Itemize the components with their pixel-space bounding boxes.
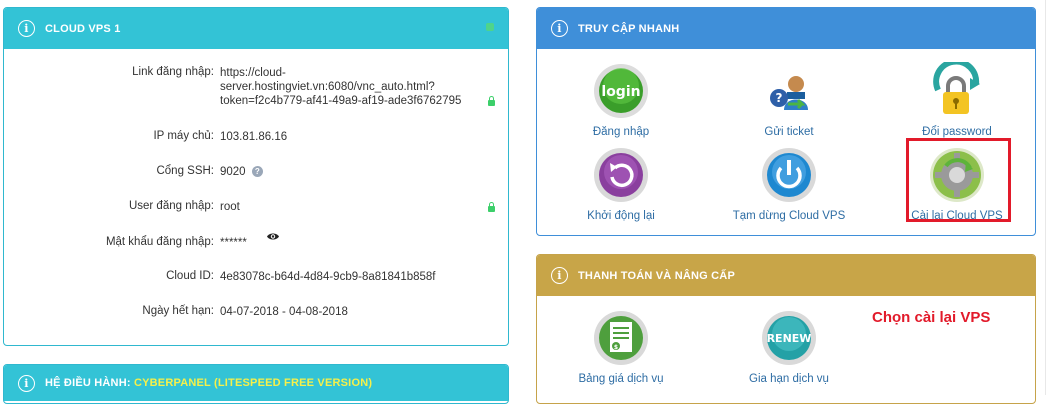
svg-text:?: ? [776, 91, 783, 105]
ticket-icon: ? [760, 62, 818, 120]
tile-label: Gia hạn dịch vụ [749, 373, 829, 385]
panel-title: TRUY CẬP NHANH [578, 22, 680, 35]
tile-label: Khởi động lại [587, 210, 655, 222]
row-label: Link đăng nhập: [132, 66, 214, 78]
svg-text:$: $ [614, 344, 618, 351]
payment-panel-header[interactable]: i THANH TOÁN VÀ NÂNG CẤP [537, 255, 1035, 296]
cloud-id-value: 4e83078c-b64d-4d84-9cb9-8a81841b858f [220, 271, 436, 283]
help-icon[interactable]: ? [251, 166, 263, 178]
highlight-box [906, 138, 1011, 222]
tile-label: Đăng nhập [592, 126, 650, 138]
cloud-vps-panel: i CLOUD VPS 1 Link đăng nhập: https://cl… [3, 7, 509, 346]
user-value: root [220, 201, 240, 213]
password-value: ****** [220, 237, 247, 249]
tile-label: Bảng giá dịch vụ [578, 373, 664, 385]
link-line-2: server.hostingviet.vn:6080/vnc_auto.html… [220, 81, 435, 93]
lock-icon[interactable] [488, 202, 495, 212]
os-panel-header[interactable]: i HỆ ĐIỀU HÀNH: CYBERPANEL (LITESPEED FR… [4, 365, 508, 401]
login-icon: login [592, 62, 650, 120]
svg-text:login: login [601, 84, 640, 100]
price-list-icon: $ [592, 309, 650, 367]
info-icon: i [18, 374, 35, 392]
tile-label: Đổi password [922, 126, 992, 138]
row-label: Cổng SSH: [156, 165, 214, 177]
tile-pause-vps[interactable]: Tạm dừng Cloud VPS [719, 146, 859, 222]
tile-restart[interactable]: Khởi động lại [551, 146, 691, 222]
ssh-port-number: 9020 [220, 166, 246, 178]
annotation-text: Chọn cài lại VPS [872, 309, 991, 326]
os-panel: i HỆ ĐIỀU HÀNH: CYBERPANEL (LITESPEED FR… [3, 364, 509, 404]
tile-label: Gửi ticket [764, 126, 814, 138]
cloud-vps-panel-header[interactable]: i CLOUD VPS 1 [4, 8, 508, 49]
svg-text:RENEW: RENEW [767, 332, 812, 345]
quick-access-header[interactable]: i TRUY CẬP NHANH [537, 8, 1035, 49]
panel-title: THANH TOÁN VÀ NÂNG CẤP [578, 269, 735, 282]
row-label: Mật khẩu đăng nhập: [105, 236, 214, 248]
os-title-prefix: HỆ ĐIỀU HÀNH: [45, 377, 134, 389]
row-label: Cloud ID: [166, 270, 214, 282]
login-link-value[interactable]: https://cloud- server.hostingviet.vn:608… [220, 66, 461, 108]
row-label: User đăng nhập: [128, 200, 214, 212]
tile-renew-service[interactable]: RENEW Gia hạn dịch vụ [719, 309, 859, 385]
info-icon: i [18, 20, 35, 37]
ip-value: 103.81.86.16 [220, 131, 288, 143]
link-line-1: https://cloud- [220, 67, 286, 79]
lock-icon[interactable] [488, 96, 495, 106]
page-edge [1045, 0, 1051, 395]
lock-refresh-icon [928, 58, 986, 120]
tile-send-ticket[interactable]: ? Gửi ticket [719, 62, 859, 138]
row-label: IP máy chủ: [153, 130, 214, 142]
ssh-port-value: 9020 ? [220, 165, 263, 179]
row-label: Ngày hết hạn: [142, 305, 214, 317]
tile-change-password[interactable]: Đổi password [887, 58, 1027, 138]
eye-icon[interactable] [266, 232, 280, 241]
tile-label: Tạm dừng Cloud VPS [732, 210, 846, 222]
os-title-value: CYBERPANEL (LITESPEED FREE VERSION) [133, 377, 373, 389]
link-line-3: token=f2c4b779-af41-49a9-af19-ade3f67627… [220, 95, 462, 107]
payment-upgrade-panel: i THANH TOÁN VÀ NÂNG CẤP $ Bảng giá dịch… [536, 254, 1036, 404]
expiry-value: 04-07-2018 - 04-08-2018 [220, 306, 348, 318]
panel-title: CLOUD VPS 1 [45, 22, 121, 35]
tile-price-list[interactable]: $ Bảng giá dịch vụ [551, 309, 691, 385]
restart-icon [592, 146, 650, 204]
power-icon [760, 146, 818, 204]
renew-icon: RENEW [760, 309, 818, 367]
tile-login[interactable]: login Đăng nhập [551, 62, 691, 138]
info-icon: i [551, 267, 568, 284]
collapse-icon[interactable] [486, 23, 494, 31]
info-icon: i [551, 20, 568, 37]
